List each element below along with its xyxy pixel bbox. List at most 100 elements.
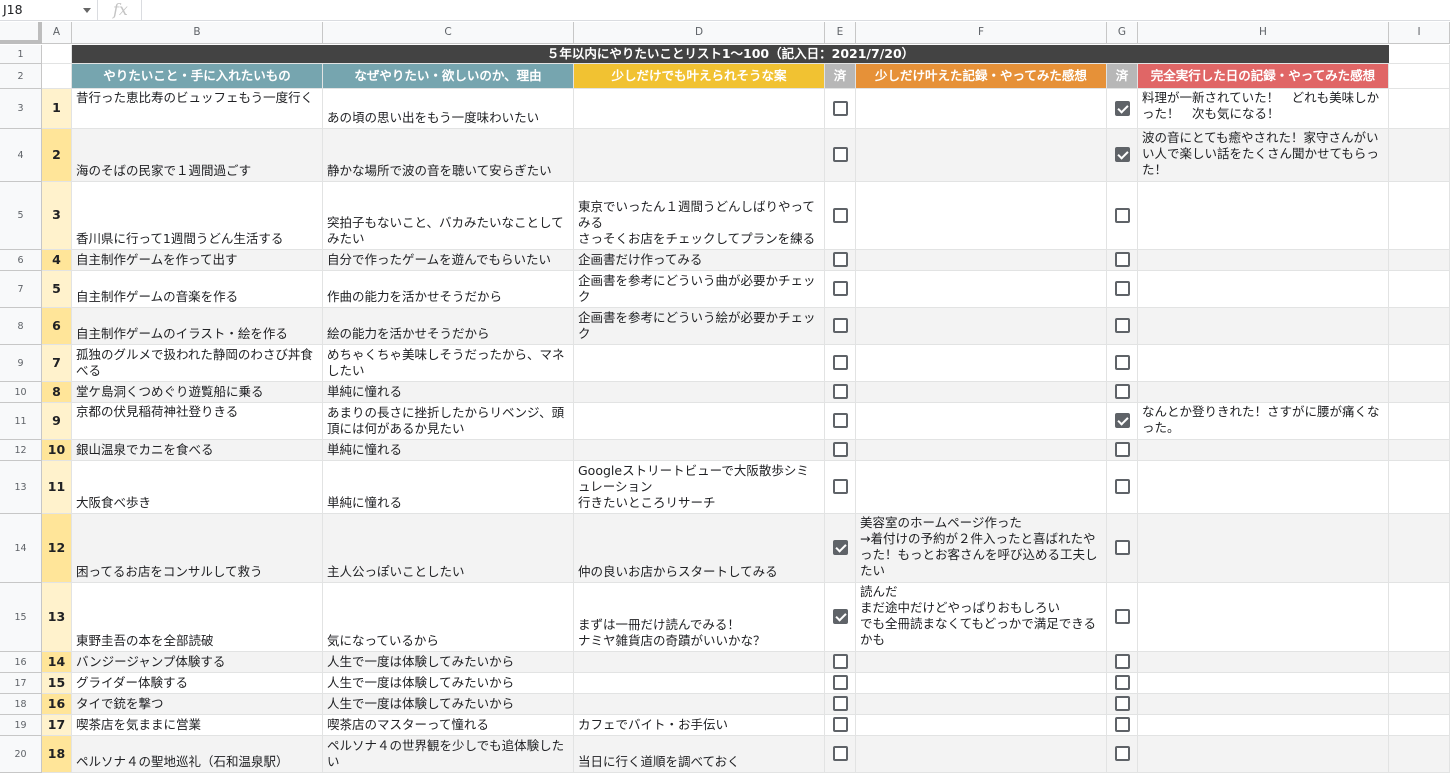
idea-cell[interactable] bbox=[574, 129, 825, 182]
wish-cell[interactable]: 困ってるお店をコンサルして救う bbox=[72, 514, 323, 583]
item-number[interactable]: 1 bbox=[42, 89, 72, 129]
complete-done-cell[interactable] bbox=[1107, 514, 1138, 583]
wish-cell[interactable]: 京都の伏見稲荷神社登りきる bbox=[72, 403, 323, 440]
complete-done-cell[interactable] bbox=[1107, 673, 1138, 694]
complete-record-cell[interactable] bbox=[1138, 271, 1389, 308]
complete-done-cell[interactable] bbox=[1107, 129, 1138, 182]
empty-cell[interactable] bbox=[1389, 250, 1450, 271]
row-header[interactable]: 17 bbox=[0, 673, 42, 694]
checkbox[interactable] bbox=[1114, 442, 1130, 457]
complete-done-cell[interactable] bbox=[1107, 182, 1138, 250]
item-number[interactable]: 17 bbox=[42, 715, 72, 736]
reason-cell[interactable]: 静かな場所で波の音を聴いて安らぎたい bbox=[323, 129, 574, 182]
item-number[interactable]: 3 bbox=[42, 182, 72, 250]
wish-cell[interactable]: 海のそばの民家で１週間過ごす bbox=[72, 129, 323, 182]
idea-cell[interactable] bbox=[574, 403, 825, 440]
checkbox[interactable] bbox=[832, 413, 848, 428]
column-header-e[interactable]: E bbox=[825, 22, 856, 44]
checkbox-checked[interactable] bbox=[832, 540, 848, 555]
checkbox[interactable] bbox=[1114, 717, 1130, 732]
wish-cell[interactable]: 昔行った恵比寿のビュッフェもう一度行く bbox=[72, 89, 323, 129]
idea-cell[interactable]: まずは一冊だけ読んでみる！ ナミヤ雑貨店の奇蹟がいいかな？ bbox=[574, 583, 825, 652]
header-b[interactable]: やりたいこと・手に入れたいもの bbox=[72, 64, 323, 89]
row-header[interactable]: 4 bbox=[0, 129, 42, 182]
partial-done-cell[interactable] bbox=[825, 403, 856, 440]
row-header[interactable]: 14 bbox=[0, 514, 42, 583]
checkbox[interactable] bbox=[1114, 479, 1130, 494]
row-header[interactable]: 15 bbox=[0, 583, 42, 652]
row-header[interactable]: 1 bbox=[0, 45, 42, 64]
item-number[interactable]: 6 bbox=[42, 308, 72, 345]
complete-done-cell[interactable] bbox=[1107, 250, 1138, 271]
wish-cell[interactable]: 香川県に行って1週間うどん生活する bbox=[72, 182, 323, 250]
empty-cell[interactable] bbox=[1389, 673, 1450, 694]
partial-done-cell[interactable] bbox=[825, 736, 856, 773]
complete-record-cell[interactable] bbox=[1138, 308, 1389, 345]
checkbox[interactable] bbox=[832, 696, 848, 711]
item-number[interactable]: 18 bbox=[42, 736, 72, 773]
complete-done-cell[interactable] bbox=[1107, 694, 1138, 715]
item-number[interactable]: 14 bbox=[42, 652, 72, 673]
partial-record-cell[interactable] bbox=[856, 715, 1107, 736]
complete-record-cell[interactable]: なんとか登りきれた！さすがに腰が痛くなった。 bbox=[1138, 403, 1389, 440]
checkbox[interactable] bbox=[1114, 281, 1130, 296]
wish-cell[interactable]: 自主制作ゲームの音楽を作る bbox=[72, 271, 323, 308]
empty-cell[interactable] bbox=[1389, 461, 1450, 514]
wish-cell[interactable]: タイで銃を撃つ bbox=[72, 694, 323, 715]
checkbox[interactable] bbox=[1114, 654, 1130, 669]
partial-record-cell[interactable] bbox=[856, 736, 1107, 773]
reason-cell[interactable]: 人生で一度は体験してみたいから bbox=[323, 652, 574, 673]
empty-cell[interactable] bbox=[1389, 345, 1450, 382]
complete-record-cell[interactable] bbox=[1138, 514, 1389, 583]
partial-done-cell[interactable] bbox=[825, 250, 856, 271]
wish-cell[interactable]: バンジージャンプ体験する bbox=[72, 652, 323, 673]
idea-cell[interactable]: 仲の良いお店からスタートしてみる bbox=[574, 514, 825, 583]
partial-record-cell[interactable] bbox=[856, 694, 1107, 715]
empty-cell[interactable] bbox=[1389, 382, 1450, 403]
complete-done-cell[interactable] bbox=[1107, 89, 1138, 129]
idea-cell[interactable] bbox=[574, 694, 825, 715]
checkbox[interactable] bbox=[1114, 609, 1130, 624]
checkbox[interactable] bbox=[1114, 318, 1130, 333]
partial-done-cell[interactable] bbox=[825, 652, 856, 673]
column-header-h[interactable]: H bbox=[1138, 22, 1389, 44]
idea-cell[interactable] bbox=[574, 345, 825, 382]
checkbox[interactable] bbox=[1114, 384, 1130, 399]
row-header[interactable]: 13 bbox=[0, 461, 42, 514]
chevron-down-icon[interactable] bbox=[83, 8, 91, 13]
checkbox[interactable] bbox=[832, 675, 848, 690]
item-number[interactable]: 11 bbox=[42, 461, 72, 514]
reason-cell[interactable]: 喫茶店のマスターって憧れる bbox=[323, 715, 574, 736]
partial-record-cell[interactable]: 美容室のホームページ作った →着付けの予約が２件入ったと喜ばれたやった！もっとお… bbox=[856, 514, 1107, 583]
complete-record-cell[interactable] bbox=[1138, 694, 1389, 715]
column-header-g[interactable]: G bbox=[1107, 22, 1138, 44]
partial-record-cell[interactable] bbox=[856, 89, 1107, 129]
complete-done-cell[interactable] bbox=[1107, 583, 1138, 652]
wish-cell[interactable]: 喫茶店を気ままに営業 bbox=[72, 715, 323, 736]
partial-done-cell[interactable] bbox=[825, 182, 856, 250]
cell-i2[interactable] bbox=[1389, 64, 1450, 89]
complete-done-cell[interactable] bbox=[1107, 271, 1138, 308]
checkbox[interactable] bbox=[1114, 746, 1130, 761]
partial-done-cell[interactable] bbox=[825, 89, 856, 129]
item-number[interactable]: 15 bbox=[42, 673, 72, 694]
idea-cell[interactable] bbox=[574, 652, 825, 673]
checkbox-checked[interactable] bbox=[832, 609, 848, 624]
name-box[interactable]: J18 bbox=[0, 0, 98, 20]
partial-done-cell[interactable] bbox=[825, 308, 856, 345]
checkbox[interactable] bbox=[832, 384, 848, 399]
reason-cell[interactable]: めちゃくちゃ美味しそうだったから、マネしたい bbox=[323, 345, 574, 382]
empty-cell[interactable] bbox=[1389, 182, 1450, 250]
row-header[interactable]: 9 bbox=[0, 345, 42, 382]
checkbox[interactable] bbox=[832, 654, 848, 669]
row-header[interactable]: 6 bbox=[0, 250, 42, 271]
empty-cell[interactable] bbox=[1389, 652, 1450, 673]
complete-record-cell[interactable]: 料理が一新されていた！ どれも美味しかった！ 次も気になる！ bbox=[1138, 89, 1389, 129]
row-header[interactable]: 3 bbox=[0, 89, 42, 129]
row-header[interactable]: 16 bbox=[0, 652, 42, 673]
partial-done-cell[interactable] bbox=[825, 271, 856, 308]
select-all-corner[interactable] bbox=[0, 22, 42, 44]
complete-done-cell[interactable] bbox=[1107, 715, 1138, 736]
complete-done-cell[interactable] bbox=[1107, 652, 1138, 673]
row-header[interactable]: 5 bbox=[0, 182, 42, 250]
